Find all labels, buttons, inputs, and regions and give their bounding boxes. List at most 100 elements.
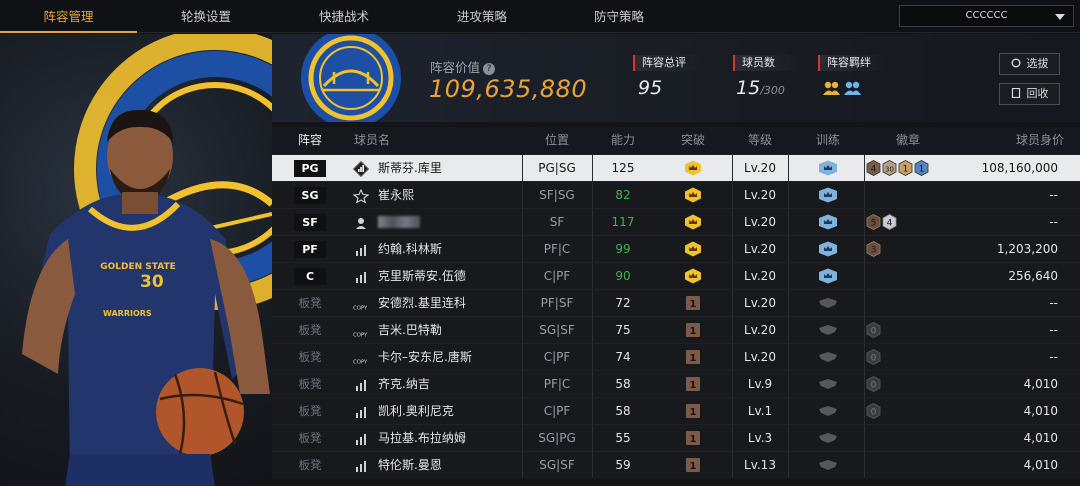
player-name[interactable]: 克里斯蒂安.伍德 (378, 263, 518, 289)
bond-icons[interactable] (822, 80, 862, 102)
slot-label: 板凳 (298, 431, 322, 445)
training-empty-icon[interactable] (788, 452, 868, 478)
player-name[interactable]: 斯蒂芬.库里 (378, 155, 518, 181)
tab-lineup-management[interactable]: 阵容管理 (0, 0, 137, 33)
breakthrough-level-icon[interactable]: 1 (654, 317, 732, 343)
lineup-slot[interactable]: 板凳 (272, 425, 348, 451)
lineup-slot[interactable]: 板凳 (272, 452, 348, 478)
training-crown-icon[interactable] (788, 263, 868, 289)
player-name[interactable]: 特伦斯.曼恩 (378, 452, 518, 478)
player-worth: 256,640 (1008, 269, 1058, 283)
player-name-text: 马拉基.布拉纳姆 (378, 431, 466, 445)
training-crown-icon[interactable] (788, 209, 868, 235)
slot-label: 板凳 (298, 404, 322, 418)
breakthrough-level-icon[interactable]: 1 (654, 452, 732, 478)
training-crown-icon[interactable] (788, 182, 868, 208)
lineup-slot[interactable]: 板凳 (272, 398, 348, 424)
player-name[interactable]: 凯利.奥利尼克 (378, 398, 518, 424)
team-select[interactable]: CCCCCC (899, 5, 1074, 27)
training-empty-icon[interactable] (788, 290, 868, 316)
breakthrough-crown-icon[interactable] (654, 236, 732, 262)
table-row[interactable]: 板凳 COPY 吉米.巴特勒 SG|SF 75 1 Lv.20 0 -- (272, 316, 1080, 343)
tab-quick-tactics[interactable]: 快捷战术 (275, 0, 413, 33)
lineup-slot[interactable]: 板凳 (272, 317, 348, 343)
header-training: 训练 (815, 133, 840, 147)
training-empty-icon[interactable] (788, 425, 868, 451)
player-ability: 117 (611, 215, 635, 229)
player-level: Lv.13 (744, 458, 776, 472)
player-name-text: 约翰.科林斯 (378, 242, 442, 256)
recycle-button[interactable]: 回收 (999, 83, 1060, 105)
badge-list[interactable]: 54 (866, 214, 898, 230)
lineup-slot[interactable]: SF (272, 209, 348, 235)
table-row[interactable]: 板凳 特伦斯.曼恩 SG|SF 59 1 Lv.13 4,010 (272, 451, 1080, 478)
table-row[interactable]: 板凳 凯利.奥利尼克 C|PF 58 1 Lv.1 0 4,010 (272, 397, 1080, 424)
tab-offense-strategy[interactable]: 进攻策略 (413, 0, 551, 33)
player-name[interactable]: 崔永熙 (378, 182, 518, 208)
table-row[interactable]: C 克里斯蒂安.伍德 C|PF 90 Lv.20 256,640 (272, 262, 1080, 289)
breakthrough-level-icon[interactable]: 1 (654, 425, 732, 451)
draft-button[interactable]: 选拔 (999, 53, 1060, 75)
lineup-slot[interactable]: PG (272, 155, 348, 181)
lineup-slot[interactable]: C (272, 263, 348, 289)
player-position: PF|SF (540, 296, 574, 310)
lineup-slot[interactable]: 板凳 (272, 344, 348, 370)
svg-text:1: 1 (690, 380, 697, 391)
table-row[interactable]: PF 约翰.科林斯 PF|C 99 Lv.20 3 1,203,200 (272, 235, 1080, 262)
badge-list[interactable]: 0 (866, 322, 882, 338)
table-row[interactable]: 板凳 马拉基.布拉纳姆 SG|PG 55 1 Lv.3 4,010 (272, 424, 1080, 451)
player-name[interactable]: 卡尔–安东尼.唐斯 (378, 344, 518, 370)
player-ability: 72 (615, 296, 631, 310)
table-row[interactable]: PG 斯蒂芬.库里 PG|SG 125 Lv.20 4 30 1 1 108,160,… (272, 154, 1080, 181)
breakthrough-crown-icon[interactable] (654, 209, 732, 235)
breakthrough-level-icon[interactable]: 1 (654, 290, 732, 316)
player-name-text: 卡尔–安东尼.唐斯 (378, 350, 472, 364)
training-crown-icon[interactable] (788, 155, 868, 181)
badge-list[interactable]: 3 (866, 241, 882, 257)
player-name-text: 安德烈.基里连科 (378, 296, 466, 310)
breakthrough-crown-icon[interactable] (654, 155, 732, 181)
player-name[interactable]: 吉米.巴特勒 (378, 317, 518, 343)
svg-text:1: 1 (690, 461, 697, 472)
svg-text:1: 1 (903, 165, 909, 175)
player-name[interactable]: 马拉基.布拉纳姆 (378, 425, 518, 451)
table-row[interactable]: SF SF 117 Lv.20 54 -- (272, 208, 1080, 235)
tab-rotation-settings[interactable]: 轮换设置 (137, 0, 275, 33)
training-empty-icon[interactable] (788, 317, 868, 343)
tab-defense-strategy[interactable]: 防守策略 (551, 0, 687, 33)
player-name[interactable]: 约翰.科林斯 (378, 236, 518, 262)
training-empty-icon[interactable] (788, 371, 868, 397)
badge-list[interactable]: 0 (866, 376, 882, 392)
training-crown-icon[interactable] (788, 236, 868, 262)
training-empty-icon[interactable] (788, 398, 868, 424)
svg-text:COPY: COPY (353, 305, 368, 311)
lineup-slot[interactable]: SG (272, 182, 348, 208)
player-position: C|PF (543, 404, 571, 418)
lineup-slot[interactable]: 板凳 (272, 290, 348, 316)
breakthrough-level-icon[interactable]: 1 (654, 371, 732, 397)
breakthrough-level-icon[interactable]: 1 (654, 344, 732, 370)
recycle-button-label: 回收 (1026, 87, 1049, 100)
player-name[interactable]: 齐克.纳吉 (378, 371, 518, 397)
table-row[interactable]: 板凳 齐克.纳吉 PF|C 58 1 Lv.9 0 4,010 (272, 370, 1080, 397)
badge-list[interactable]: 0 (866, 349, 882, 365)
training-empty-icon[interactable] (788, 344, 868, 370)
player-name[interactable]: 安德烈.基里连科 (378, 290, 518, 316)
table-row[interactable]: 板凳 COPY 安德烈.基里连科 PF|SF 72 1 Lv.20 -- (272, 289, 1080, 316)
table-row[interactable]: SG 崔永熙 SF|SG 82 Lv.20 -- (272, 181, 1080, 208)
lineup-slot[interactable]: 板凳 (272, 371, 348, 397)
player-name[interactable] (378, 209, 518, 235)
jersey-team-word: WARRIORS (103, 309, 152, 318)
header-position: 位置 (544, 133, 569, 147)
badge-list[interactable]: 4 30 1 1 (866, 160, 930, 176)
table-row[interactable]: 板凳 COPY 卡尔–安东尼.唐斯 C|PF 74 1 Lv.20 0 -- (272, 343, 1080, 370)
help-icon[interactable]: ? (483, 63, 496, 75)
header-breakthrough: 突破 (680, 133, 705, 147)
breakthrough-level-icon[interactable]: 1 (654, 398, 732, 424)
gold-stats-icon (352, 160, 370, 178)
breakthrough-crown-icon[interactable] (654, 263, 732, 289)
badge-list[interactable]: 0 (866, 403, 882, 419)
player-level: Lv.20 (744, 296, 776, 310)
lineup-slot[interactable]: PF (272, 236, 348, 262)
breakthrough-crown-icon[interactable] (654, 182, 732, 208)
